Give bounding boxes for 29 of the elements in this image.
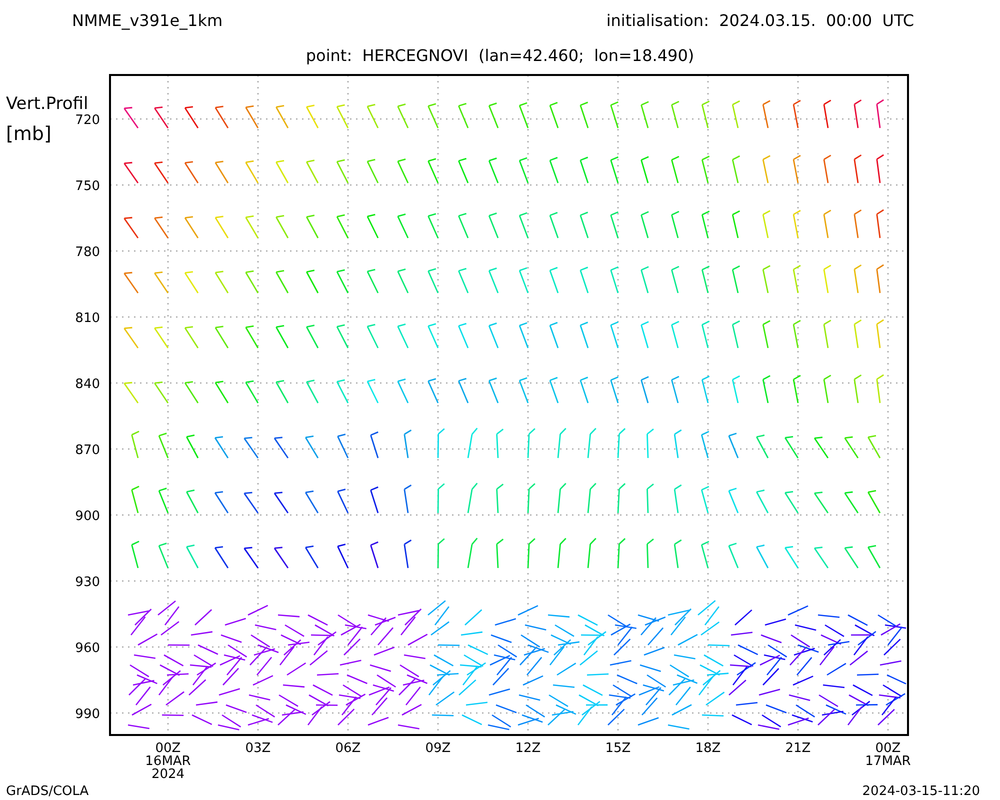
plot-subtitle: point: HERCEGNOVI (lan=42.460; lon=18.490): [306, 46, 694, 64]
axis-title: Vert.Profil: [6, 94, 88, 114]
time-label: 00Z: [875, 741, 901, 756]
time-label: 18Z: [695, 741, 721, 756]
tick-label: 960: [75, 641, 100, 656]
tick-label: 840: [75, 377, 100, 392]
time-label: 15Z: [605, 741, 631, 756]
timestamp: 2024-03-15-11:20: [862, 784, 980, 798]
initialisation-time: initialisation: 2024.03.15. 00:00 UTC: [606, 10, 914, 30]
axis-unit: [mb]: [6, 123, 52, 145]
tick-label: 870: [75, 443, 100, 458]
tick-label: 750: [75, 179, 100, 194]
tick-label: 990: [75, 707, 100, 722]
credit-text: GrADS/COLA: [6, 784, 89, 798]
time-label: 09Z: [425, 741, 451, 756]
tick-label: 930: [75, 575, 100, 590]
date-label: 17MAR: [865, 754, 911, 769]
date-label: 16MAR: [145, 754, 191, 769]
time-label: 03Z: [245, 741, 271, 756]
time-label: 00Z: [155, 741, 181, 756]
model-name: NMME_v391e_1km: [72, 10, 223, 30]
tick-label: 780: [75, 245, 100, 260]
tick-label: 810: [75, 311, 100, 326]
time-label: 12Z: [515, 741, 541, 756]
tick-label: 900: [75, 509, 100, 524]
time-label: 06Z: [335, 741, 361, 756]
year-label: 2024: [151, 767, 185, 782]
time-label: 21Z: [785, 741, 811, 756]
tick-label: 720: [75, 113, 100, 128]
